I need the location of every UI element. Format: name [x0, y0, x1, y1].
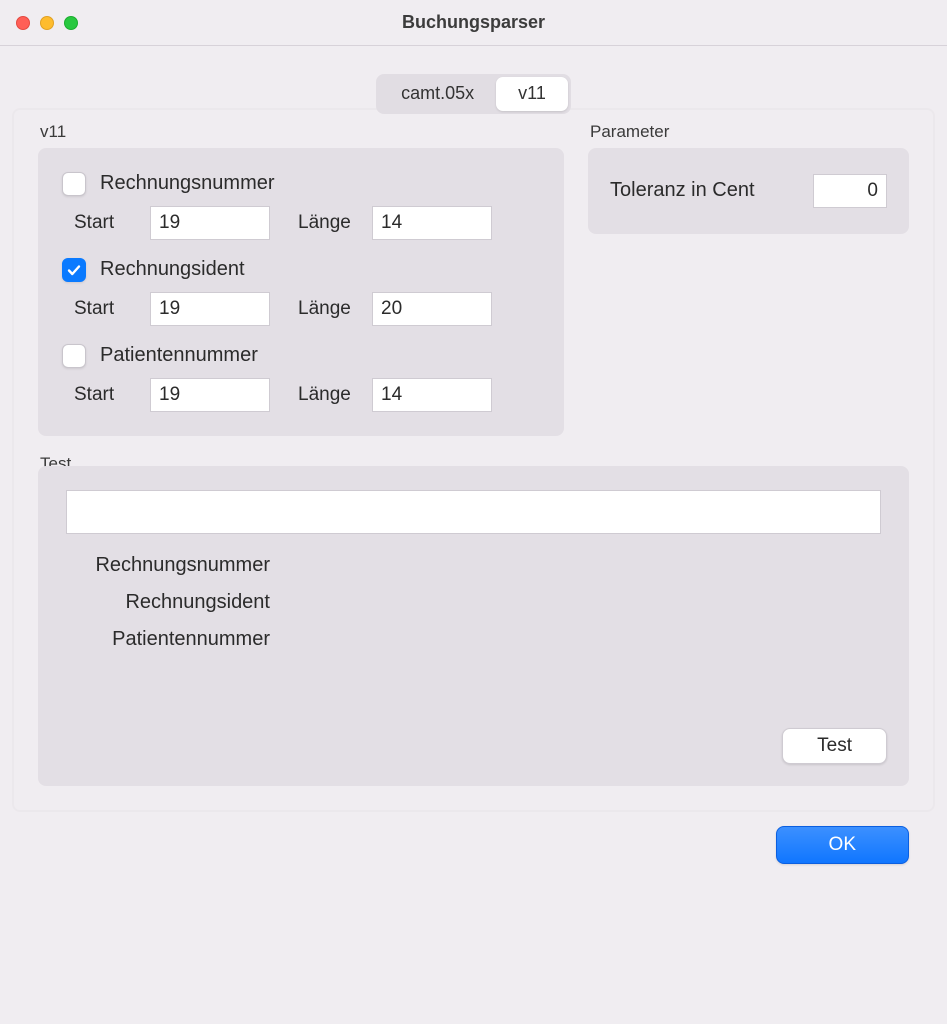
ok-button[interactable]: OK: [776, 826, 909, 864]
label-rechnungsident: Rechnungsident: [100, 258, 245, 281]
label-tolerance: Toleranz in Cent: [610, 179, 755, 202]
fieldset-test: Test Rechnungsnummer Rechnungsident Pati…: [38, 466, 909, 786]
label-length: Länge: [298, 384, 372, 406]
input-rechnungsident-start[interactable]: [150, 292, 270, 326]
input-test[interactable]: [66, 490, 881, 534]
main-panel: v11 Rechnungsnummer Start Länge: [12, 108, 935, 812]
result-label-rechnungsident: Rechnungsident: [70, 591, 280, 614]
result-label-rechnungsnummer: Rechnungsnummer: [70, 554, 280, 577]
label-start: Start: [74, 212, 150, 234]
window-controls: [16, 16, 78, 30]
fieldset-v11: v11 Rechnungsnummer Start Länge: [38, 134, 564, 436]
label-start: Start: [74, 298, 150, 320]
test-button[interactable]: Test: [782, 728, 887, 764]
titlebar: Buchungsparser: [0, 0, 947, 46]
zoom-window-button[interactable]: [64, 16, 78, 30]
fieldset-parameter-legend: Parameter: [588, 122, 671, 142]
check-icon: [66, 262, 82, 278]
fieldset-parameter: Parameter Toleranz in Cent: [588, 134, 909, 436]
window-title: Buchungsparser: [402, 12, 545, 33]
input-patientennummer-length[interactable]: [372, 378, 492, 412]
input-rechnungsident-length[interactable]: [372, 292, 492, 326]
checkbox-rechnungsnummer[interactable]: [62, 172, 86, 196]
fieldset-v11-legend: v11: [38, 122, 68, 142]
checkbox-rechnungsident[interactable]: [62, 258, 86, 282]
label-patientennummer: Patientennummer: [100, 344, 258, 367]
input-rechnungsnummer-length[interactable]: [372, 206, 492, 240]
label-length: Länge: [298, 212, 372, 234]
input-rechnungsnummer-start[interactable]: [150, 206, 270, 240]
close-window-button[interactable]: [16, 16, 30, 30]
tab-camt05x[interactable]: camt.05x: [379, 77, 496, 111]
input-patientennummer-start[interactable]: [150, 378, 270, 412]
checkbox-patientennummer[interactable]: [62, 344, 86, 368]
tab-v11[interactable]: v11: [496, 77, 568, 111]
result-label-patientennummer: Patientennummer: [70, 628, 280, 651]
label-rechnungsnummer: Rechnungsnummer: [100, 172, 275, 195]
input-tolerance[interactable]: [813, 174, 887, 208]
minimize-window-button[interactable]: [40, 16, 54, 30]
label-start: Start: [74, 384, 150, 406]
label-length: Länge: [298, 298, 372, 320]
